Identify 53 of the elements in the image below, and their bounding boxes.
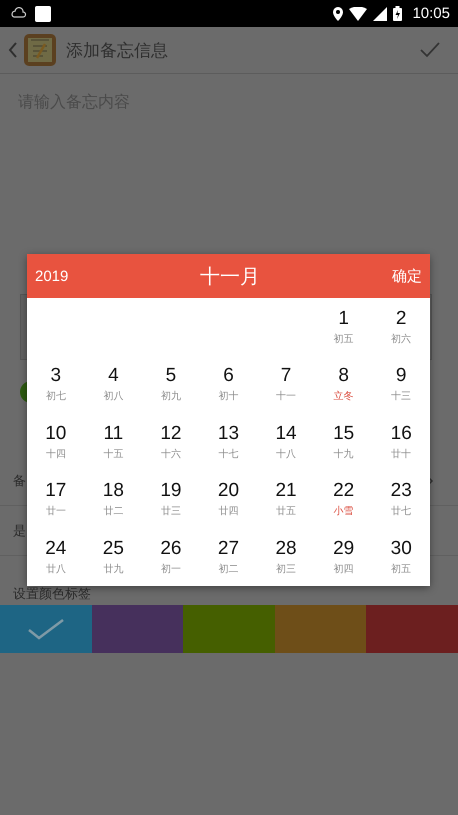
- calendar-day[interactable]: 1 初五: [314, 298, 372, 356]
- calendar-day[interactable]: 20 廿四: [200, 470, 258, 528]
- calendar-day[interactable]: 2 初六: [372, 298, 430, 356]
- calendar-day[interactable]: 25 廿九: [84, 528, 142, 586]
- calendar-day[interactable]: 4 初八: [84, 356, 142, 413]
- status-time: 10:05: [412, 5, 450, 22]
- section-label: 设置颜色标签: [13, 588, 91, 602]
- wifi-icon: [349, 6, 368, 20]
- calendar-day[interactable]: 5 初九: [142, 356, 200, 413]
- calendar-day[interactable]: 29 初四: [314, 528, 372, 586]
- color-swatch[interactable]: [183, 605, 275, 653]
- calendar-day[interactable]: 6 初十: [200, 356, 258, 413]
- calendar-day[interactable]: 18 廿二: [84, 470, 142, 528]
- calendar-day[interactable]: 30 初五: [372, 528, 430, 586]
- check-icon: [26, 618, 65, 640]
- calendar-day[interactable]: 17 廿一: [27, 470, 85, 528]
- calendar-day[interactable]: 22 小雪: [314, 470, 372, 528]
- battery-icon: [393, 6, 402, 21]
- calendar-day[interactable]: 8 立冬: [314, 356, 372, 413]
- row-label: 是: [13, 522, 26, 540]
- notepad-icon: [24, 34, 56, 66]
- calendar-day[interactable]: 27 初二: [200, 528, 258, 586]
- color-swatch[interactable]: [0, 605, 92, 653]
- color-swatch[interactable]: [92, 605, 184, 653]
- calendar-day[interactable]: 23 廿七: [372, 470, 430, 528]
- calendar-day[interactable]: 10 十四: [27, 413, 85, 470]
- calendar-day[interactable]: 3 初七: [27, 356, 85, 413]
- year-label[interactable]: 2019: [35, 268, 68, 284]
- calendar-day[interactable]: 13 十七: [200, 413, 258, 470]
- calendar-day[interactable]: 14 十八: [257, 413, 315, 470]
- calendar-day[interactable]: 7 十一: [257, 356, 315, 413]
- month-label: 十一月: [200, 262, 260, 290]
- weather-icon: [11, 6, 27, 20]
- calendar-day[interactable]: 28 初三: [257, 528, 315, 586]
- calendar-day[interactable]: 21 廿五: [257, 470, 315, 528]
- signal-icon: [373, 6, 388, 20]
- calendar-day[interactable]: 11 十五: [84, 413, 142, 470]
- row-label: 备: [13, 472, 26, 490]
- confirm-button[interactable]: 确定: [392, 266, 422, 286]
- color-swatch[interactable]: [274, 605, 366, 653]
- location-icon: [333, 6, 344, 20]
- color-swatch[interactable]: [366, 605, 458, 653]
- calendar-day[interactable]: 16 廿十: [372, 413, 430, 470]
- calendar-day[interactable]: 19 廿三: [142, 470, 200, 528]
- calendar-day[interactable]: 9 十三: [372, 356, 430, 413]
- page-title: 添加备忘信息: [66, 40, 169, 62]
- back-icon[interactable]: [8, 41, 18, 59]
- calendar-day[interactable]: 26 初一: [142, 528, 200, 586]
- calendar-day[interactable]: 24 廿八: [27, 528, 85, 586]
- check-icon[interactable]: [420, 42, 440, 58]
- calendar-day[interactable]: 12 十六: [142, 413, 200, 470]
- notification-icon: [35, 6, 51, 22]
- calendar-day[interactable]: 15 十九: [314, 413, 372, 470]
